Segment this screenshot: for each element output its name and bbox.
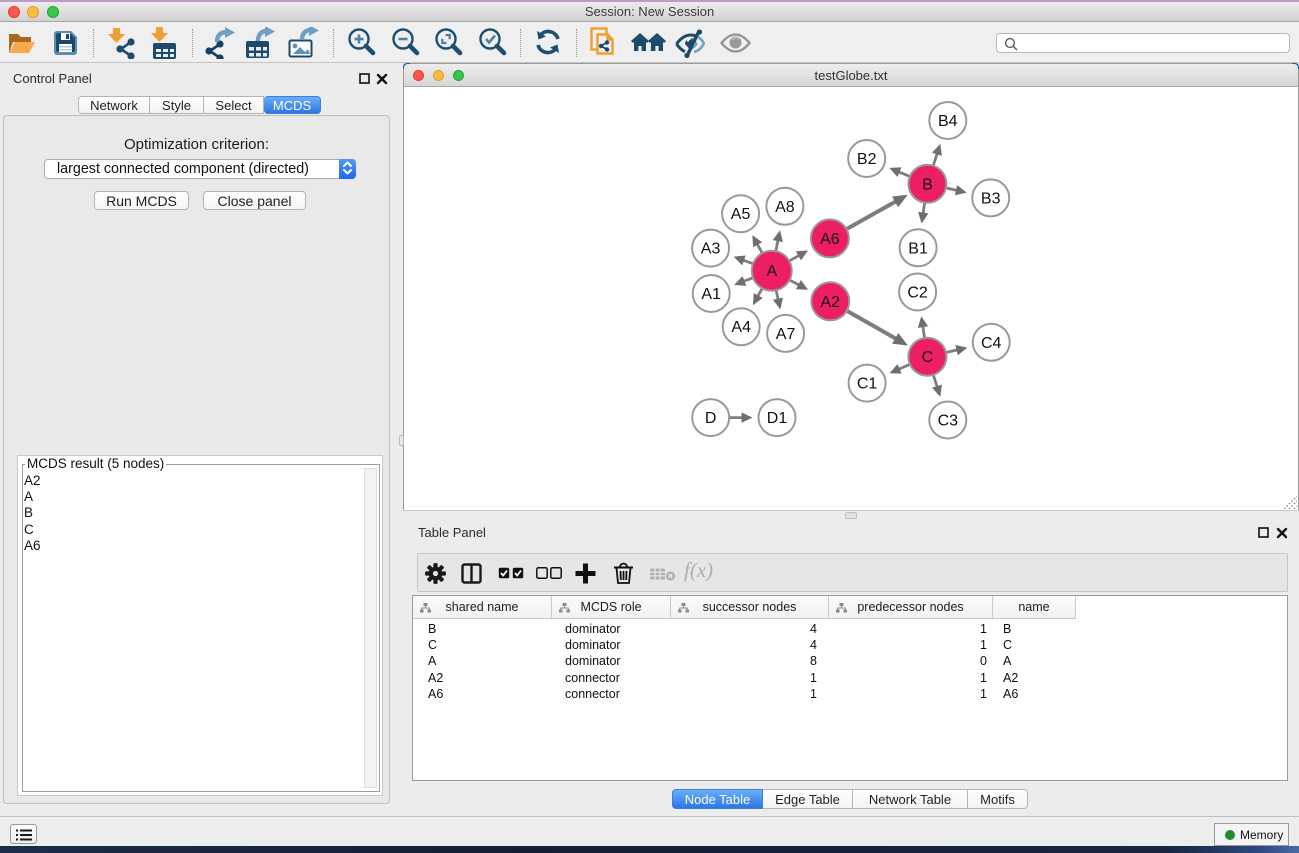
svg-text:D: D [705, 410, 717, 427]
svg-text:A4: A4 [731, 319, 751, 336]
svg-text:C3: C3 [938, 413, 959, 430]
svg-text:C1: C1 [857, 376, 878, 393]
svg-text:B: B [922, 176, 933, 193]
svg-text:A1: A1 [701, 286, 721, 303]
svg-text:B1: B1 [908, 240, 928, 257]
svg-text:D1: D1 [767, 410, 788, 427]
svg-text:C2: C2 [907, 285, 928, 302]
svg-text:A5: A5 [731, 206, 751, 223]
svg-text:A: A [766, 263, 777, 280]
svg-text:B3: B3 [981, 190, 1001, 207]
svg-text:A7: A7 [776, 326, 796, 343]
svg-text:C: C [922, 349, 934, 366]
svg-text:A8: A8 [775, 199, 795, 216]
svg-text:B4: B4 [938, 113, 958, 130]
svg-text:C4: C4 [981, 335, 1002, 352]
svg-text:A3: A3 [701, 241, 721, 258]
svg-text:A6: A6 [820, 231, 840, 248]
svg-text:B2: B2 [857, 151, 877, 168]
svg-text:A2: A2 [821, 294, 841, 311]
